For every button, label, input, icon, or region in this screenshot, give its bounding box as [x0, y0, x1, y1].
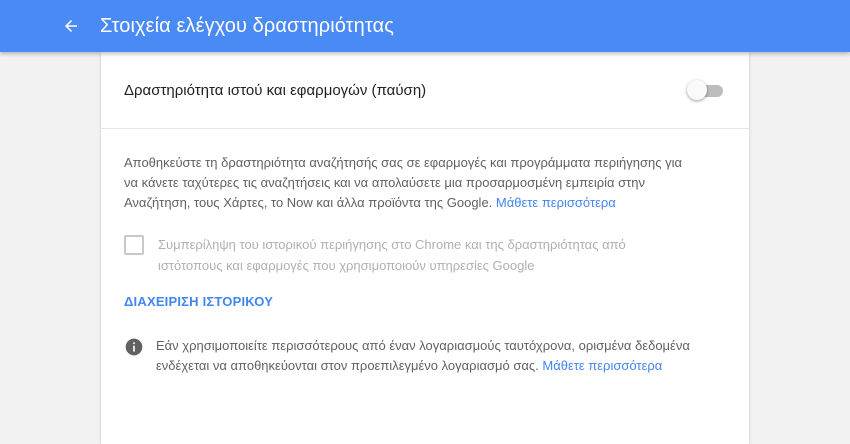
web-activity-row: Δραστηριότητα ιστού και εφαρμογών (παύση… [101, 52, 749, 129]
app-header: Στοιχεία ελέγχου δραστηριότητας [0, 0, 850, 52]
manage-history-link[interactable]: ΔΙΑΧΕΙΡΙΣΗ ΙΣΤΟΡΙΚΟΥ [124, 294, 273, 309]
multi-account-notice: Εάν χρησιμοποιείτε περισσότερους από ένα… [124, 336, 725, 376]
web-activity-description: Αποθηκεύστε τη δραστηριότητα αναζήτησής … [124, 153, 684, 213]
toggle-thumb [687, 80, 707, 100]
learn-more-link[interactable]: Μάθετε περισσότερα [496, 195, 616, 210]
back-button[interactable] [56, 11, 86, 41]
info-icon [125, 338, 143, 356]
page-title: Στοιχεία ελέγχου δραστηριότητας [100, 14, 395, 37]
include-chrome-history-checkbox[interactable] [124, 235, 144, 255]
notice-text-block: Εάν χρησιμοποιείτε περισσότερους από ένα… [156, 336, 716, 376]
activity-card: Δραστηριότητα ιστού και εφαρμογών (παύση… [101, 52, 749, 444]
web-activity-label: Δραστηριότητα ιστού και εφαρμογών (παύση… [124, 81, 427, 99]
notice-learn-more-link[interactable]: Μάθετε περισσότερα [542, 358, 662, 373]
include-chrome-history-label: Συμπερίληψη του ιστορικού περιήγησης στο… [158, 234, 678, 276]
web-activity-toggle[interactable] [687, 79, 725, 101]
include-chrome-history-text: Συμπερίληψη του ιστορικού περιήγησης στο… [158, 237, 626, 273]
include-chrome-history-row: Συμπερίληψη του ιστορικού περιήγησης στο… [124, 234, 725, 276]
arrow-back-icon [65, 20, 77, 32]
